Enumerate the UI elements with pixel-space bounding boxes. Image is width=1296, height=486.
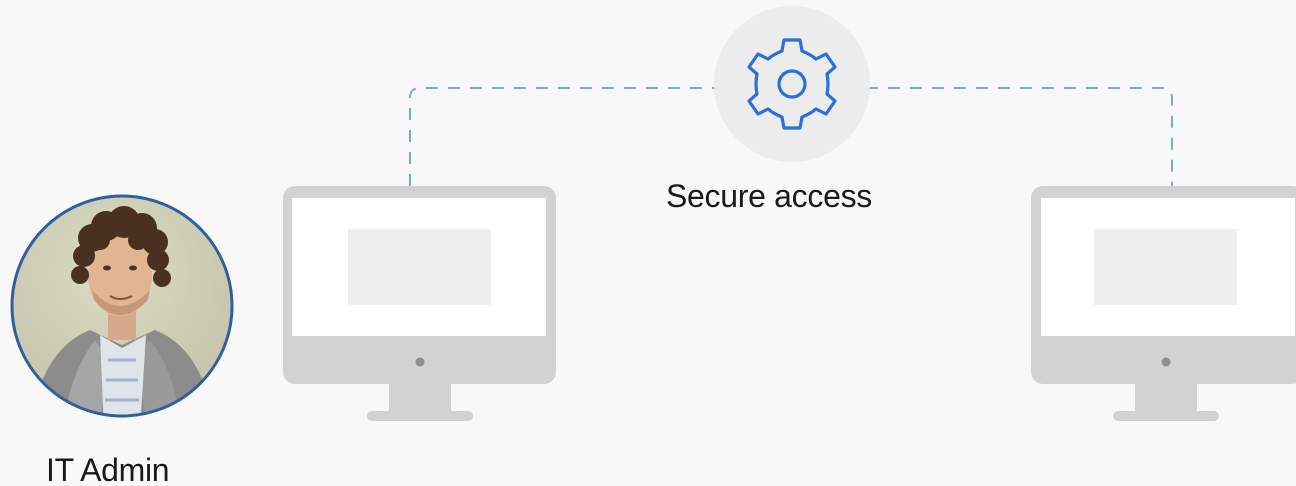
gear-icon [714,6,870,162]
computer-left [283,186,556,421]
secure-access-label: Secure access [666,178,872,214]
avatar [10,194,234,418]
it-admin-label: IT Admin [46,452,170,486]
computer-right [1031,186,1296,421]
diagram-canvas [10,6,1296,421]
secure-access-diagram: Secure access IT Admin [0,0,1296,486]
